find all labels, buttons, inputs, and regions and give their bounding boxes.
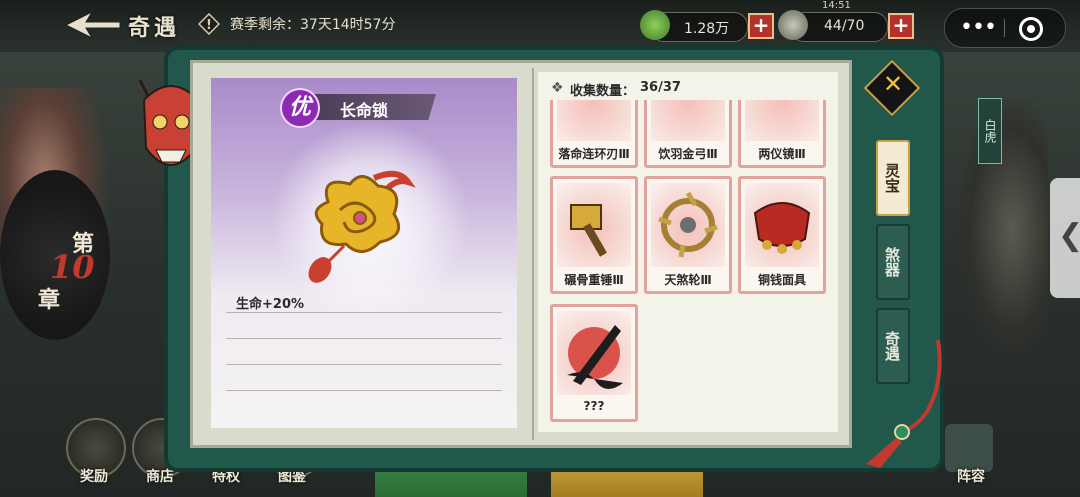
collection-card[interactable]: ??? [550, 304, 638, 422]
card-label: 落命连环刃Ⅲ [558, 147, 630, 161]
svg-text:!: ! [206, 18, 212, 33]
warning-icon[interactable]: ! [198, 13, 220, 35]
locked-item-icon [557, 311, 631, 395]
tab-lingbao[interactable]: 灵宝 [876, 140, 910, 216]
golden-bow-icon [651, 100, 725, 141]
stamina-value: 44/70 [824, 18, 865, 34]
chevron-left-icon: ❮ [1058, 218, 1080, 253]
reward-nav-label[interactable]: 奖励 [64, 466, 124, 486]
item-stat: 生命+20% [236, 297, 305, 312]
jade-coin-icon [640, 10, 670, 40]
collection-card[interactable]: 两仪镜Ⅲ [738, 100, 826, 168]
page-title: 奇遇 [128, 15, 181, 41]
collection-count: 36/37 [640, 80, 681, 95]
add-stamina-button[interactable]: + [888, 13, 914, 39]
card-label: 饮羽金弓Ⅲ [658, 147, 718, 161]
collection-label: 收集数量： [570, 84, 636, 99]
chapter-number: 10 [50, 248, 95, 286]
chapter-suffix: 章 [38, 287, 61, 313]
more-menu-icon[interactable]: ••• [960, 15, 997, 40]
lineup-nav-label[interactable]: 阵容 [941, 466, 1001, 486]
white-tiger-tag: 白虎 [978, 98, 1002, 164]
jade-value: 1.28万 [684, 21, 730, 37]
coin-mask-icon [745, 183, 819, 267]
longevity-lock-icon [308, 170, 416, 283]
collection-card[interactable]: 饮羽金弓Ⅲ [644, 100, 732, 168]
collection-card[interactable]: 落命连环刃Ⅲ [550, 100, 638, 168]
wheel-blade-icon [651, 183, 725, 267]
card-label: 天煞轮Ⅲ [664, 273, 712, 287]
clock-time: 14:51 [822, 0, 851, 11]
card-label: 铜钱面具 [757, 273, 806, 287]
card-label: 两仪镜Ⅲ [758, 147, 806, 161]
lineup-flag-icon[interactable] [945, 424, 993, 472]
ring-blade-icon [557, 100, 631, 141]
close-miniprogram-icon[interactable] [1019, 17, 1043, 41]
card-label: ??? [583, 399, 605, 413]
add-jade-button[interactable]: + [748, 13, 774, 39]
collection-card[interactable]: 天煞轮Ⅲ [644, 176, 732, 294]
quality-badge: 优 [280, 88, 320, 128]
item-name: 长命锁 [340, 101, 389, 120]
stat-line-2 [226, 338, 502, 339]
back-arrow-icon[interactable] [62, 8, 122, 42]
stamina-icon [778, 10, 808, 40]
capsule-divider [1004, 19, 1005, 37]
stat-line-4 [226, 390, 502, 391]
collection-card[interactable]: 碾骨重锤Ⅲ [550, 176, 638, 294]
mirror-icon [745, 100, 819, 141]
stat-line-1 [226, 312, 502, 313]
book-spine [532, 68, 534, 440]
tassel-ornament [866, 340, 942, 468]
miniprogram-capsule: ••• [944, 8, 1066, 48]
collection-card[interactable]: 铜钱面具 [738, 176, 826, 294]
collection-grid[interactable]: 落命连环刃Ⅲ 饮羽金弓Ⅲ 两仪镜Ⅲ 碾骨重锤Ⅲ 天煞轮Ⅲ 铜钱面具 ??? [544, 100, 836, 430]
background-character-right [958, 100, 1048, 360]
stat-line-3 [226, 364, 502, 365]
card-label: 碾骨重锤Ⅲ [564, 273, 624, 287]
season-remaining: 赛季剩余：37天14时57分 [230, 17, 396, 33]
close-icon[interactable]: ✕ [878, 70, 908, 98]
side-drawer-handle[interactable]: ❮ [1050, 178, 1080, 298]
tab-shaqi[interactable]: 煞器 [876, 224, 910, 300]
diamond-bullet-icon: ❖ [551, 80, 564, 96]
hammer-icon [557, 183, 631, 267]
